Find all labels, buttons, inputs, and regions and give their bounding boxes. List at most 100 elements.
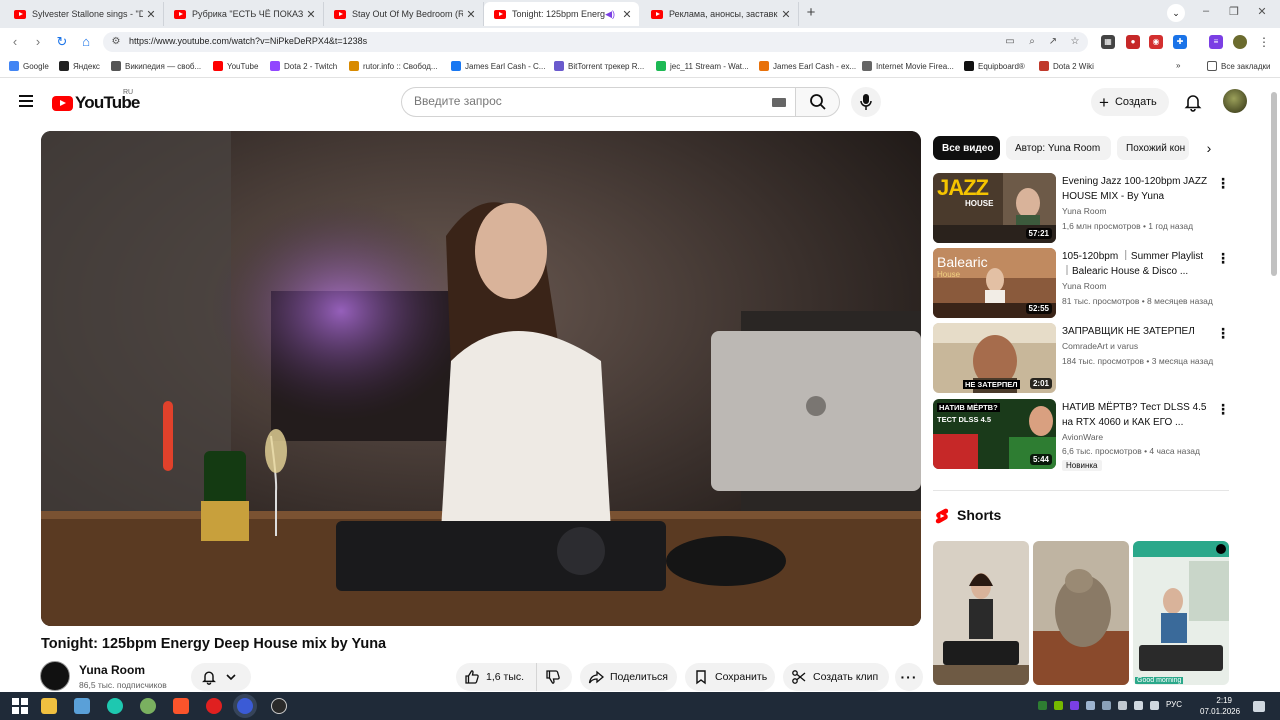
search-input[interactable] [414,94,754,108]
bookmark-item[interactable]: YouTube [213,61,258,71]
bookmark-item[interactable]: Google [9,61,49,71]
tray-icon[interactable] [1070,701,1079,710]
bookmark-item[interactable]: BitTorrent трекер R... [554,61,644,71]
minimize-icon[interactable]: – [1196,5,1216,17]
chevron-right-icon[interactable]: › [1200,140,1218,158]
account-avatar[interactable] [1223,89,1247,113]
bookmark-item[interactable]: rutor.info :: Свобод... [349,61,438,71]
short-video[interactable] [933,541,1029,685]
chip-similar[interactable]: Похожий кон [1117,136,1189,160]
browser-tab[interactable]: Stay Out Of My Bedroom (Rhin ✕ [324,2,484,26]
reload-icon[interactable]: ↻ [53,33,71,51]
recommended-video[interactable]: НАТИВ МЁРТВ? ТЕСТ DLSS 4.5 5:44 НАТИВ МЁ… [933,399,1230,475]
url-field[interactable]: ⚙ https://www.youtube.com/watch?v=NiPkeD… [103,32,1088,52]
extension-icon[interactable]: ◉ [1149,35,1163,49]
vivaldi-icon[interactable] [206,698,222,714]
create-button[interactable]: + Создать [1091,88,1169,116]
more-vertical-icon[interactable]: ⋮ [1216,176,1230,192]
search-box[interactable] [401,87,795,117]
all-bookmarks-button[interactable]: Все закладки [1207,61,1270,71]
menu-kebab-icon[interactable]: ⋮ [1257,35,1271,49]
close-tab-icon[interactable]: ✕ [778,8,794,21]
bookmark-item[interactable]: James Earl Cash - C... [451,61,545,71]
scrollbar-thumb[interactable] [1271,92,1277,276]
voice-search-button[interactable] [851,87,881,117]
file-explorer-icon[interactable] [41,698,57,714]
channel-name[interactable]: ComradeArt и varus [1062,341,1138,351]
create-clip-button[interactable]: Создать клип [783,663,889,691]
media-control-icon[interactable]: ≡ [1209,35,1223,49]
nvidia-icon[interactable] [1054,701,1063,710]
steam-icon[interactable] [271,698,287,714]
browser-tab[interactable]: Реклама, анонсы, заставки (Fi ✕ [641,2,799,26]
notifications-button[interactable] [1183,92,1203,112]
taskbar-app-icon[interactable] [140,698,156,714]
channel-name[interactable]: Yuna Room [79,663,145,677]
browser-tab[interactable]: Sylvester Stallone sings - "Drinki ✕ [4,2,164,26]
zoom-icon[interactable]: ⌕ [1025,35,1039,49]
start-button[interactable] [12,698,28,714]
save-button[interactable]: Сохранить [685,663,775,691]
tray-icon[interactable] [1118,701,1127,710]
extension-icon[interactable]: ▦ [1101,35,1115,49]
forward-button[interactable]: › [29,33,47,51]
recommended-video[interactable]: НЕ ЗАТЕРПЕЛ 2:01 ЗАПРАВЩИК НЕ ЗАТЕРПЕЛ C… [933,323,1230,393]
channel-avatar[interactable] [40,661,70,691]
close-tab-icon[interactable]: ✕ [303,8,319,21]
restore-icon[interactable]: ❐ [1224,5,1244,18]
more-vertical-icon[interactable]: ⋮ [1216,402,1230,418]
video-player[interactable] [41,131,921,626]
bookmark-star-icon[interactable]: ☆ [1068,35,1082,49]
chip-all-videos[interactable]: Все видео [933,136,1000,160]
video-thumbnail[interactable]: Balearic House 52:55 [933,248,1056,318]
bookmark-item[interactable]: Dota 2 Wiki [1039,61,1094,71]
close-window-icon[interactable]: ✕ [1252,5,1272,18]
tray-icon[interactable] [1102,701,1111,710]
profile-icon[interactable] [1233,35,1247,49]
browser-active-icon[interactable] [237,698,253,714]
bookmark-item[interactable]: James Earl Cash - ex... [759,61,856,71]
new-tab-button[interactable]: + [803,4,819,22]
recommended-video[interactable]: Balearic House 52:55 105-120bpm ｜Summer … [933,248,1230,318]
dislike-button[interactable] [536,663,572,691]
close-tab-icon[interactable]: ✕ [619,8,635,21]
short-video[interactable] [1033,541,1129,685]
search-button[interactable] [795,87,840,117]
video-thumbnail[interactable]: JAZZ HOUSE 57:21 [933,173,1056,243]
bookmark-item[interactable]: Яндекс [59,61,100,71]
browser-tab-active[interactable]: Tonight: 125bpm Energy De ◀) ✕ [484,2,639,26]
bookmark-item[interactable]: jec_11 Stream - Wat... [656,61,749,71]
bookmark-item[interactable]: Dota 2 - Twitch [270,61,337,71]
tab-search-icon[interactable]: ⌄ [1167,4,1185,22]
site-info-icon[interactable]: ⚙ [109,35,123,49]
keyboard-icon[interactable] [772,98,786,107]
notifications-icon[interactable] [1253,701,1265,712]
browser-tab[interactable]: Рубрика "ЕСТЬ ЧЁ ПОКАЗАТЬ" ✕ [164,2,324,26]
close-tab-icon[interactable]: ✕ [463,8,479,21]
share-icon[interactable]: ↗ [1046,35,1060,49]
network-icon[interactable] [1150,701,1159,710]
home-icon[interactable]: ⌂ [77,33,95,51]
bookmark-item[interactable]: Internet Movie Firea... [862,61,954,71]
short-video[interactable]: Good morning [1133,541,1229,685]
bookmarks-overflow-icon[interactable]: » [1176,61,1180,70]
close-tab-icon[interactable]: ✕ [143,8,159,21]
taskbar-app-icon[interactable] [74,698,90,714]
video-thumbnail[interactable]: НЕ ЗАТЕРПЕЛ 2:01 [933,323,1056,393]
brave-browser-icon[interactable] [173,698,189,714]
more-actions-button[interactable]: ··· [895,663,923,691]
input-language[interactable]: РУС [1166,700,1182,709]
youtube-logo[interactable]: YouTube RU [52,89,140,113]
extension-icon[interactable]: ● [1126,35,1140,49]
like-button[interactable]: 1,6 тыс. [456,663,536,691]
tiktok-icon[interactable] [107,698,123,714]
audio-playing-icon[interactable]: ◀) [605,9,615,20]
bookmark-item[interactable]: Википедия — своб... [111,61,201,71]
more-vertical-icon[interactable]: ⋮ [1216,326,1230,342]
share-button[interactable]: Поделиться [580,663,677,691]
chip-author[interactable]: Автор: Yuna Room [1006,136,1111,160]
video-thumbnail[interactable]: НАТИВ МЁРТВ? ТЕСТ DLSS 4.5 5:44 [933,399,1056,469]
extensions-puzzle-icon[interactable]: ✚ [1173,35,1187,49]
channel-name[interactable]: AvionWare [1062,432,1103,442]
steam-tray-icon[interactable] [1086,701,1095,710]
